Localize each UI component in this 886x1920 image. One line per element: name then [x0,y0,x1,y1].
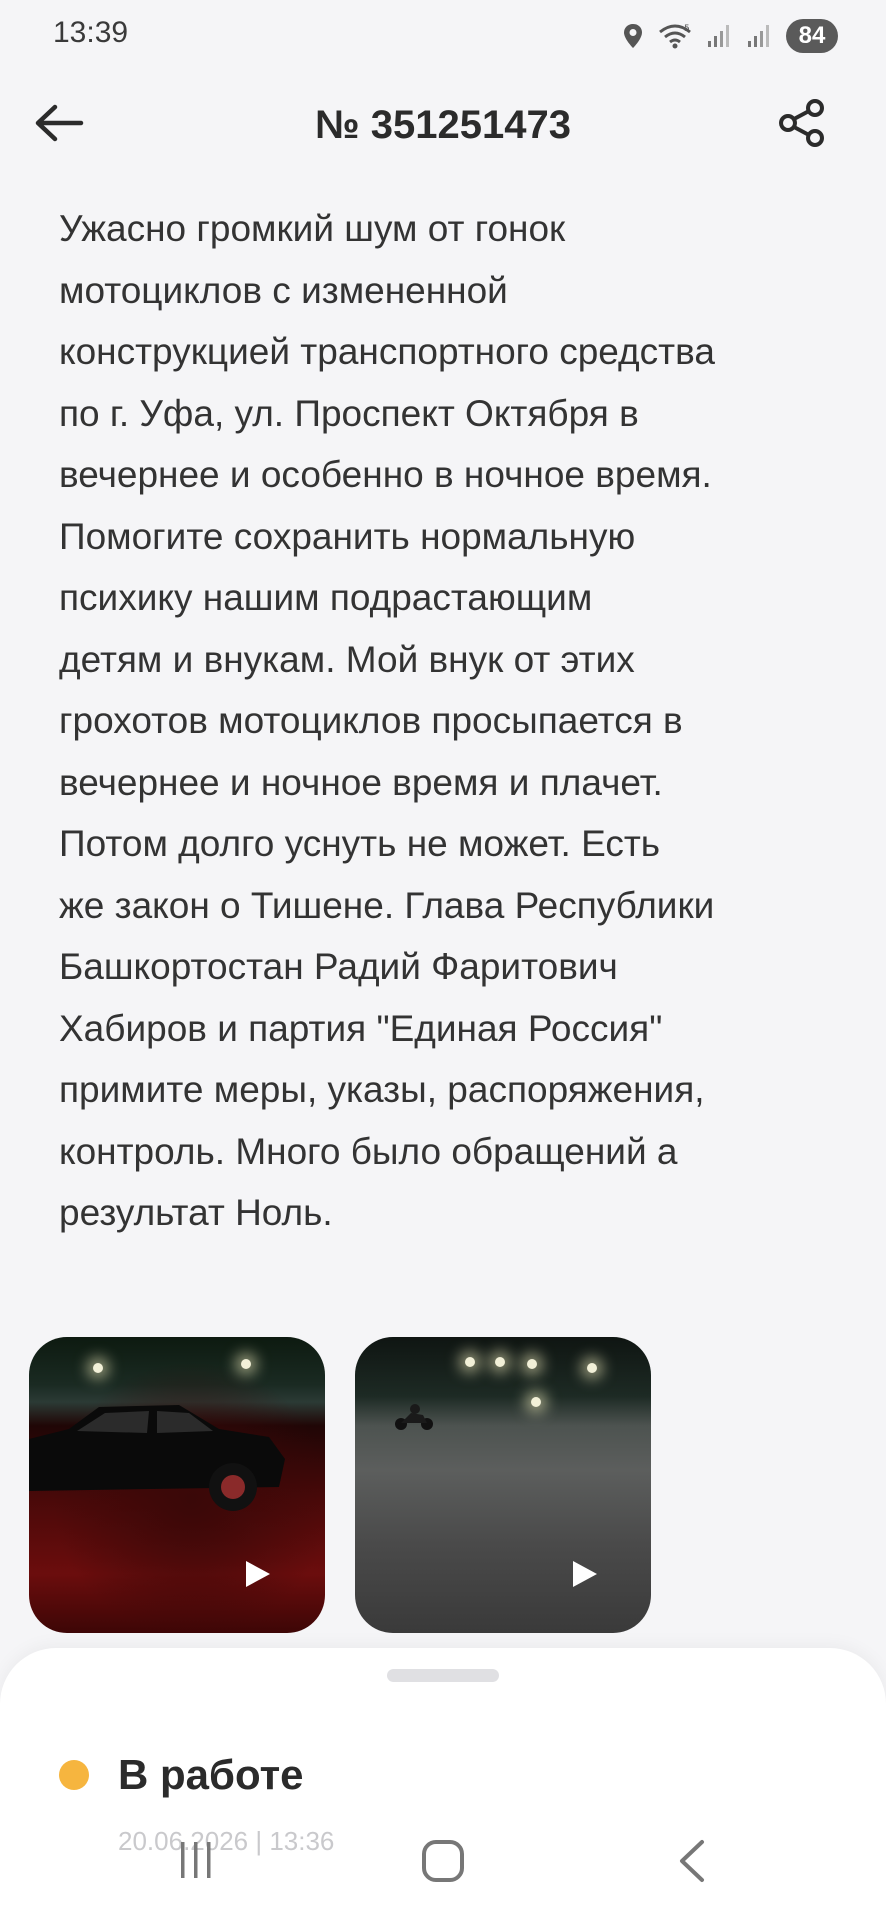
status-label: В работе [118,1751,304,1798]
video-thumbnail[interactable] [355,1337,651,1633]
description-line: результат Ноль. [59,1192,333,1233]
system-nav-bar [0,1810,886,1920]
street-light [241,1359,251,1369]
back-icon[interactable] [676,1838,706,1889]
header: № 351251473 [0,85,886,165]
street-light [495,1357,505,1367]
wifi-icon: 5 [658,22,692,50]
description-line: конструкцией транспортного средства [59,331,715,372]
status-bar: 13:39 5 84 [0,0,886,70]
description-line: контроль. Много было обращений а [59,1130,678,1172]
description-line: грохотов мотоциклов просыпается в [59,700,683,741]
description-line: вечернее и особенно в ночное время. [59,454,712,495]
street-light [93,1363,103,1373]
description-line: примите меры, указы, распоряжения, [59,1069,705,1110]
recents-icon[interactable] [176,1838,216,1887]
video-thumbnail[interactable] [29,1337,325,1633]
street-light [531,1397,541,1407]
signal-icon [706,23,732,49]
home-icon[interactable] [420,1838,466,1889]
page-title: № 351251473 [315,103,571,147]
play-icon [242,1559,272,1589]
share-icon [777,98,827,153]
street-light [587,1363,597,1373]
status-icons: 5 84 [622,18,838,54]
description-line: психику нашим подрастающим [59,577,593,618]
description-line: Потом долго уснуть не может. Есть [59,823,661,864]
description-line: детям и внукам. Мой внук от этих [59,638,635,680]
description-line: вечернее и ночное время и плачет. [59,761,663,803]
description-line: Хабиров и партия "Единая Россия" [59,1007,663,1049]
description-line: Башкортостан Радий Фаритович [59,946,618,987]
street-light [527,1359,537,1369]
description-line: по г. Уфа, ул. Проспект Октября в [59,392,639,434]
svg-text:5: 5 [684,24,690,34]
share-button[interactable] [774,97,830,153]
description-line: Помогите сохранить нормальную [59,515,636,557]
description-line: Ужасно громкий шум от гонок [59,208,566,249]
appeal-description: Ужасно громкий шум от гонок мотоциклов с… [59,198,839,1244]
status-dot-icon [59,1760,89,1790]
battery-icon: 84 [786,19,838,53]
street-light [465,1357,475,1367]
signal-icon [746,23,772,49]
play-icon [569,1559,599,1589]
media-gallery [29,1337,651,1633]
drag-handle[interactable] [387,1669,499,1682]
description-line: мотоциклов с измененной [59,269,508,311]
motorcycle-silhouette [395,1404,433,1430]
location-icon [622,23,644,49]
description-line: же закон о Тишене. Глава Республики [59,884,715,926]
status-time: 13:39 [53,16,129,49]
car-silhouette [29,1405,285,1511]
